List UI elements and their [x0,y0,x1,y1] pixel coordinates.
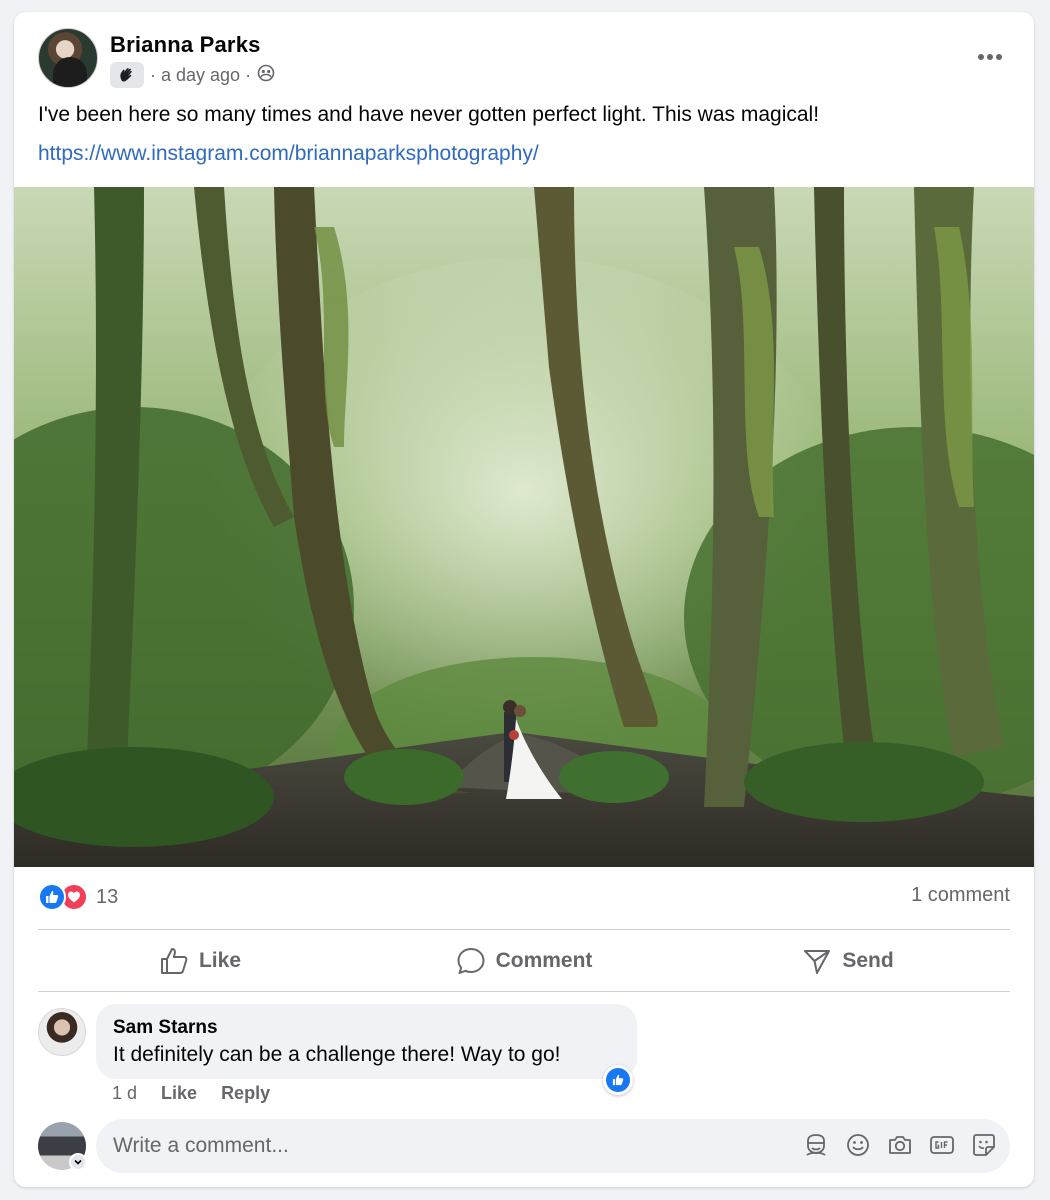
comment-bubble-icon [457,948,485,974]
sticker-icon[interactable] [970,1131,998,1159]
send-button[interactable]: Send [686,932,1010,990]
post-link[interactable]: https://www.instagram.com/briannaparksph… [38,141,539,167]
post-photo[interactable] [14,187,1034,867]
like-reaction-icon [38,883,66,911]
gif-icon[interactable] [928,1131,956,1159]
author-avatar[interactable] [38,28,98,88]
comment-button[interactable]: Comment [362,932,686,990]
commenter-avatar[interactable] [38,1008,86,1056]
waving-hand-icon[interactable] [110,62,144,88]
like-label: Like [198,949,242,972]
comments-count[interactable]: 1 comment [911,884,1010,907]
camera-icon[interactable] [886,1131,914,1159]
reactions-count: 13 [96,885,119,908]
post-actions: Like Comment Send [38,932,1010,990]
avatar-sticker-icon[interactable] [802,1131,830,1159]
comment-like-link[interactable]: Like [161,1083,197,1104]
comment-author[interactable]: Sam Starns [113,1017,620,1039]
like-reaction-icon [606,1068,630,1092]
post-time[interactable]: · a day ago · [150,65,251,86]
like-button[interactable]: Like [38,932,362,990]
thumbs-up-icon [160,948,188,974]
divider [38,929,1010,930]
send-label: Send [842,949,894,972]
more-options-button[interactable] [970,42,1010,72]
divider [38,991,1010,992]
reactions-summary[interactable]: 13 [38,882,118,912]
post-meta: · a day ago · [110,62,275,88]
post-text: I've been here so many times and have ne… [38,103,820,126]
more-horizontal-icon [978,54,1002,60]
chevron-down-icon[interactable] [69,1153,87,1171]
author-name[interactable]: Brianna Parks [110,32,261,58]
comment-label: Comment [495,949,593,972]
composer-icons [802,1131,998,1159]
comment-meta: 1 d Like Reply [112,1083,270,1104]
post-header: Brianna Parks · a day ago · [38,28,1010,90]
forest-wedding-photo [14,187,1034,867]
comment-like-badge[interactable] [603,1065,633,1095]
comment-bubble: Sam Starns It definitely can be a challe… [96,1004,637,1079]
comment-text: It definitely can be a challenge there! … [113,1043,561,1066]
group-icon [257,64,275,87]
emoji-icon[interactable] [844,1131,872,1159]
comment-time[interactable]: 1 d [112,1083,137,1104]
comment-reply-link[interactable]: Reply [221,1083,270,1104]
send-icon [804,950,831,974]
post-card: Brianna Parks · a day ago · I've been he… [14,12,1034,1187]
